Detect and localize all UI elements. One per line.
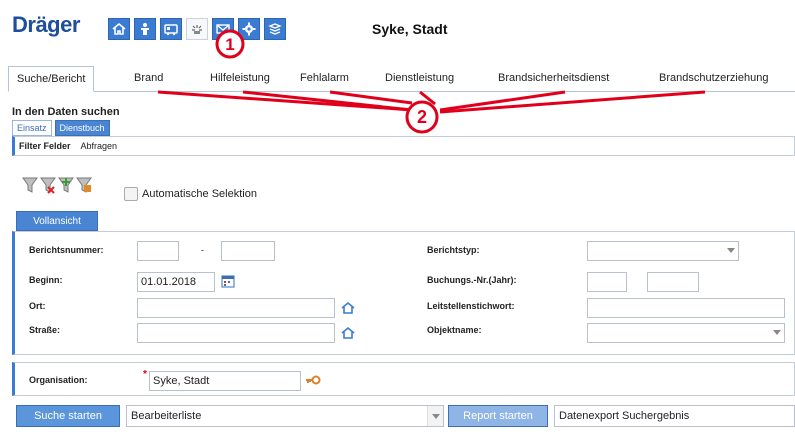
report-type-label: Berichtstyp:	[427, 245, 480, 255]
street-lookup-icon[interactable]	[341, 326, 355, 340]
funnel-remove-icon[interactable]	[40, 176, 56, 194]
subtab-einsatz[interactable]: Einsatz	[12, 120, 52, 136]
search-form: Berichtsnummer: - Beginn: 01.01.2018 Ort…	[12, 231, 795, 355]
tab-dienstleistung[interactable]: Dienstleistung	[385, 66, 454, 92]
start-search-button[interactable]: Suche starten	[16, 405, 120, 427]
tab-hilfeleistung[interactable]: Hilfeleistung	[210, 66, 270, 92]
editor-list-value: Bearbeiterliste	[131, 410, 202, 422]
tab-brandschutzerziehung[interactable]: Brandschutzerziehung	[659, 66, 768, 92]
data-export-select[interactable]: Datenexport Suchergebnis	[554, 405, 795, 427]
key-icon[interactable]	[305, 373, 321, 387]
funnel-edit-icon[interactable]	[76, 176, 92, 194]
organisation-input[interactable]: Syke, Stadt	[149, 371, 301, 391]
annotation-marker-2: 2	[405, 100, 439, 134]
start-report-button[interactable]: Report starten	[448, 405, 548, 427]
layers-icon[interactable]	[264, 18, 286, 40]
chevron-down-icon	[432, 414, 440, 419]
street-input[interactable]	[137, 323, 335, 343]
tab-fehlalarm[interactable]: Fehlalarm	[300, 66, 349, 92]
booking-number-input[interactable]	[587, 272, 627, 292]
organisation-box: Organisation: * Syke, Stadt	[12, 362, 795, 396]
auto-selection-label: Automatische Selektion	[142, 188, 257, 200]
filter-fields-link[interactable]: Filter Felder	[19, 141, 71, 151]
home-icon[interactable]	[108, 18, 130, 40]
report-number-to-input[interactable]	[221, 241, 275, 261]
chevron-down-icon	[773, 330, 781, 335]
subtab-dienstbuch[interactable]: Dienstbuch	[54, 120, 110, 136]
funnel-icon[interactable]	[22, 176, 38, 194]
main-tab-bar: Suche/Bericht Brand Hilfeleistung Fehlal…	[8, 66, 795, 92]
mail-icon[interactable]	[212, 18, 234, 40]
person-icon[interactable]	[134, 18, 156, 40]
start-date-input[interactable]: 01.01.2018	[137, 272, 215, 292]
report-number-label: Berichtsnummer:	[29, 245, 104, 255]
dispatch-keyword-label: Leitstellenstichwort:	[427, 301, 515, 311]
place-lookup-icon[interactable]	[341, 301, 355, 315]
calendar-icon[interactable]	[221, 274, 235, 288]
place-label: Ort:	[29, 301, 46, 311]
full-view-tab[interactable]: Vollansicht	[16, 211, 98, 231]
vehicle-icon[interactable]	[160, 18, 182, 40]
annotation-number-2: 2	[417, 107, 427, 127]
search-subtabs: Einsatz Dienstbuch	[12, 120, 110, 136]
action-bar: Suche starten Bearbeiterliste Report sta…	[16, 405, 795, 427]
auto-selection-checkbox[interactable]	[124, 187, 138, 201]
dispatch-keyword-input[interactable]	[587, 298, 785, 318]
auto-selection-option[interactable]: Automatische Selektion	[124, 187, 257, 201]
alarm-icon[interactable]	[186, 18, 208, 40]
draeger-logo: Dräger	[12, 12, 80, 37]
place-input[interactable]	[137, 298, 335, 318]
search-section-title: In den Daten suchen	[12, 106, 120, 118]
funnel-add-icon[interactable]	[58, 176, 74, 194]
location-title: Syke, Stadt	[372, 21, 448, 37]
tab-brandsicherheitsdienst[interactable]: Brandsicherheitsdienst	[498, 66, 609, 92]
gear-icon[interactable]	[238, 18, 260, 40]
booking-year-input[interactable]	[647, 272, 699, 292]
street-label: Straße:	[29, 325, 61, 335]
editor-list-select[interactable]: Bearbeiterliste	[126, 405, 444, 427]
organisation-label: Organisation:	[29, 375, 88, 385]
range-dash: -	[201, 245, 204, 255]
chevron-down-icon	[727, 248, 735, 253]
editor-list-dropdown[interactable]	[427, 406, 443, 426]
data-export-value: Datenexport Suchergebnis	[559, 410, 690, 422]
tab-brand[interactable]: Brand	[134, 66, 163, 92]
object-name-select[interactable]	[587, 323, 785, 343]
booking-number-label: Buchungs.-Nr.(Jahr):	[427, 275, 517, 285]
annotation-lines-2	[157, 90, 706, 114]
object-name-label: Objektname:	[427, 325, 482, 335]
filter-funnel-group	[22, 176, 92, 194]
report-number-from-input[interactable]	[137, 241, 179, 261]
filter-bar: Filter Felder Abfragen	[12, 136, 795, 156]
start-label: Beginn:	[29, 275, 63, 285]
tab-suche-bericht[interactable]: Suche/Bericht	[8, 66, 95, 92]
report-type-select[interactable]	[587, 241, 739, 261]
nav-icon-bar	[108, 18, 286, 40]
queries-link[interactable]: Abfragen	[81, 141, 118, 151]
required-marker: *	[143, 369, 147, 380]
